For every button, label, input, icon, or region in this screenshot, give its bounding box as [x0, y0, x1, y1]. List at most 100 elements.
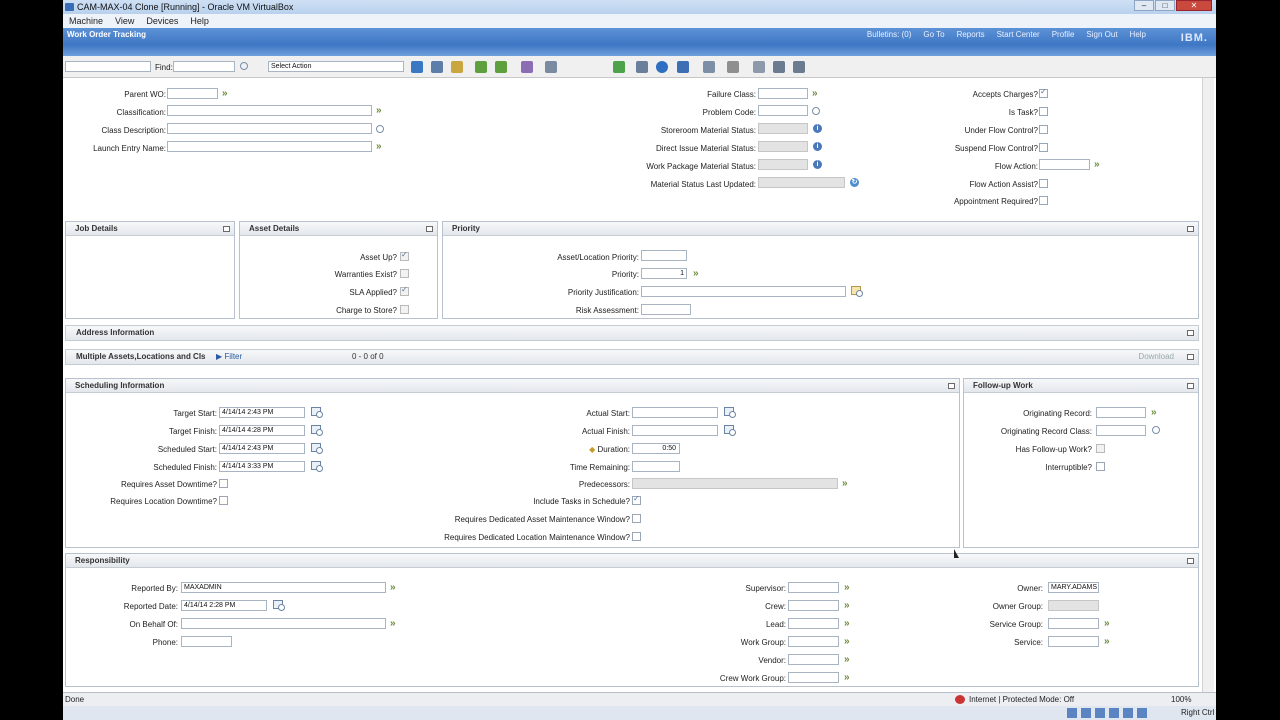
info-icon[interactable]: i	[813, 142, 822, 151]
reported-date-input[interactable]: 4/14/14 2:28 PM	[181, 600, 267, 611]
detail-menu-icon[interactable]: »	[1151, 408, 1157, 418]
target-finish-input[interactable]: 4/14/14 4:28 PM	[219, 425, 305, 436]
minimize-button[interactable]: –	[1134, 0, 1154, 11]
vertical-scrollbar[interactable]	[1202, 78, 1214, 692]
link-sign-out[interactable]: Sign Out	[1086, 30, 1117, 39]
detail-menu-icon[interactable]: »	[844, 583, 850, 593]
device-icons[interactable]	[1067, 708, 1147, 718]
is-task-checkbox[interactable]	[1039, 107, 1048, 116]
under-flow-control-checkbox[interactable]	[1039, 125, 1048, 134]
parent-wo-input[interactable]	[167, 88, 218, 99]
workflow-icon[interactable]	[521, 61, 533, 73]
select-action-dropdown[interactable]: Select Action	[268, 61, 404, 72]
detail-menu-icon[interactable]: »	[390, 583, 396, 593]
new-record-icon[interactable]	[411, 61, 423, 73]
info-icon[interactable]: i	[813, 160, 822, 169]
detail-menu-icon[interactable]: »	[844, 601, 850, 611]
target-start-input[interactable]: 4/14/14 2:43 PM	[219, 407, 305, 418]
report-icon[interactable]	[703, 61, 715, 73]
search-icon[interactable]	[1152, 426, 1160, 434]
link-start-center[interactable]: Start Center	[997, 30, 1040, 39]
accepts-charges-checkbox[interactable]	[1039, 87, 1048, 98]
record-search-select[interactable]	[65, 61, 151, 72]
supervisor-input[interactable]	[788, 582, 839, 593]
suspend-flow-control-checkbox[interactable]	[1039, 143, 1048, 152]
attachments-icon[interactable]	[753, 61, 765, 73]
detail-menu-icon[interactable]: »	[1094, 160, 1100, 170]
save-icon[interactable]	[431, 61, 443, 73]
zoom-level[interactable]: 100%	[1171, 693, 1191, 706]
service-group-input[interactable]	[1048, 618, 1099, 629]
minimize-section-icon[interactable]	[948, 383, 955, 389]
crew-input[interactable]	[788, 600, 839, 611]
download-link[interactable]: Download	[1138, 350, 1174, 364]
on-behalf-of-input[interactable]	[181, 618, 386, 629]
calendar-icon[interactable]	[311, 425, 323, 436]
scheduled-finish-input[interactable]: 4/14/14 3:33 PM	[219, 461, 305, 472]
interruptible-checkbox[interactable]	[1096, 462, 1105, 471]
flow-action-input[interactable]	[1039, 159, 1090, 170]
detail-menu-icon[interactable]: »	[376, 142, 382, 152]
calendar-icon[interactable]	[724, 425, 736, 436]
duration-input[interactable]: 0:50	[632, 443, 680, 454]
risk-assessment-input[interactable]	[641, 304, 691, 315]
detail-menu-icon[interactable]: »	[390, 619, 396, 629]
long-description-icon[interactable]	[376, 125, 384, 133]
problem-code-input[interactable]	[758, 105, 808, 116]
reported-by-input[interactable]: MAXADMIN	[181, 582, 386, 593]
edit-icon[interactable]	[451, 61, 463, 73]
detail-menu-icon[interactable]: »	[693, 269, 699, 279]
owner-input[interactable]: MARY.ADAMS	[1048, 582, 1099, 593]
asset-location-priority-input[interactable]	[641, 250, 687, 261]
address-information-header[interactable]: Address Information	[65, 325, 1199, 341]
originating-record-input[interactable]	[1096, 407, 1146, 418]
minimize-section-icon[interactable]	[1187, 558, 1194, 564]
scheduled-start-input[interactable]: 4/14/14 2:43 PM	[219, 443, 305, 454]
find-input[interactable]	[173, 61, 235, 72]
launch-entry-name-input[interactable]	[167, 141, 372, 152]
detail-menu-icon[interactable]: »	[844, 655, 850, 665]
print-icon[interactable]	[727, 61, 739, 73]
detail-menu-icon[interactable]: »	[844, 673, 850, 683]
info-icon[interactable]: i	[813, 124, 822, 133]
minimize-section-icon[interactable]	[1187, 226, 1194, 232]
requires-asset-downtime-checkbox[interactable]	[219, 479, 228, 488]
detail-menu-icon[interactable]: »	[844, 637, 850, 647]
calendar-icon[interactable]	[273, 600, 285, 611]
detail-menu-icon[interactable]: »	[844, 619, 850, 629]
work-group-input[interactable]	[788, 636, 839, 647]
detail-menu-icon[interactable]: »	[812, 89, 818, 99]
refresh-icon[interactable]: ↻	[850, 178, 859, 187]
maximize-section-icon[interactable]	[1187, 354, 1194, 360]
detail-menu-icon[interactable]: »	[376, 106, 382, 116]
menu-devices[interactable]: Devices	[146, 16, 178, 26]
calendar-icon[interactable]	[311, 443, 323, 454]
long-description-icon[interactable]	[851, 286, 863, 297]
bulletin-icon[interactable]	[773, 61, 785, 73]
lead-input[interactable]	[788, 618, 839, 629]
menu-help[interactable]: Help	[190, 16, 209, 26]
menu-view[interactable]: View	[115, 16, 134, 26]
vendor-input[interactable]	[788, 654, 839, 665]
help-icon[interactable]	[793, 61, 805, 73]
flow-action-assist-checkbox[interactable]	[1039, 179, 1048, 188]
originating-record-class-input[interactable]	[1096, 425, 1146, 436]
time-remaining-input[interactable]	[632, 461, 680, 472]
classification-input[interactable]	[167, 105, 372, 116]
link-reports[interactable]: Reports	[957, 30, 985, 39]
complete-icon[interactable]	[656, 61, 668, 73]
menu-machine[interactable]: Machine	[69, 16, 103, 26]
minimize-section-icon[interactable]	[223, 226, 230, 232]
calendar-icon[interactable]	[724, 407, 736, 418]
previous-icon[interactable]	[475, 61, 487, 73]
maximize-section-icon[interactable]	[1187, 330, 1194, 336]
minimize-section-icon[interactable]	[426, 226, 433, 232]
priority-input[interactable]: 1	[641, 268, 687, 279]
req-asset-window-checkbox[interactable]	[632, 514, 641, 523]
class-description-input[interactable]	[167, 123, 372, 134]
link-goto[interactable]: Go To	[923, 30, 944, 39]
crew-work-group-input[interactable]	[788, 672, 839, 683]
failure-class-input[interactable]	[758, 88, 808, 99]
link-profile[interactable]: Profile	[1052, 30, 1075, 39]
link-help[interactable]: Help	[1130, 30, 1146, 39]
